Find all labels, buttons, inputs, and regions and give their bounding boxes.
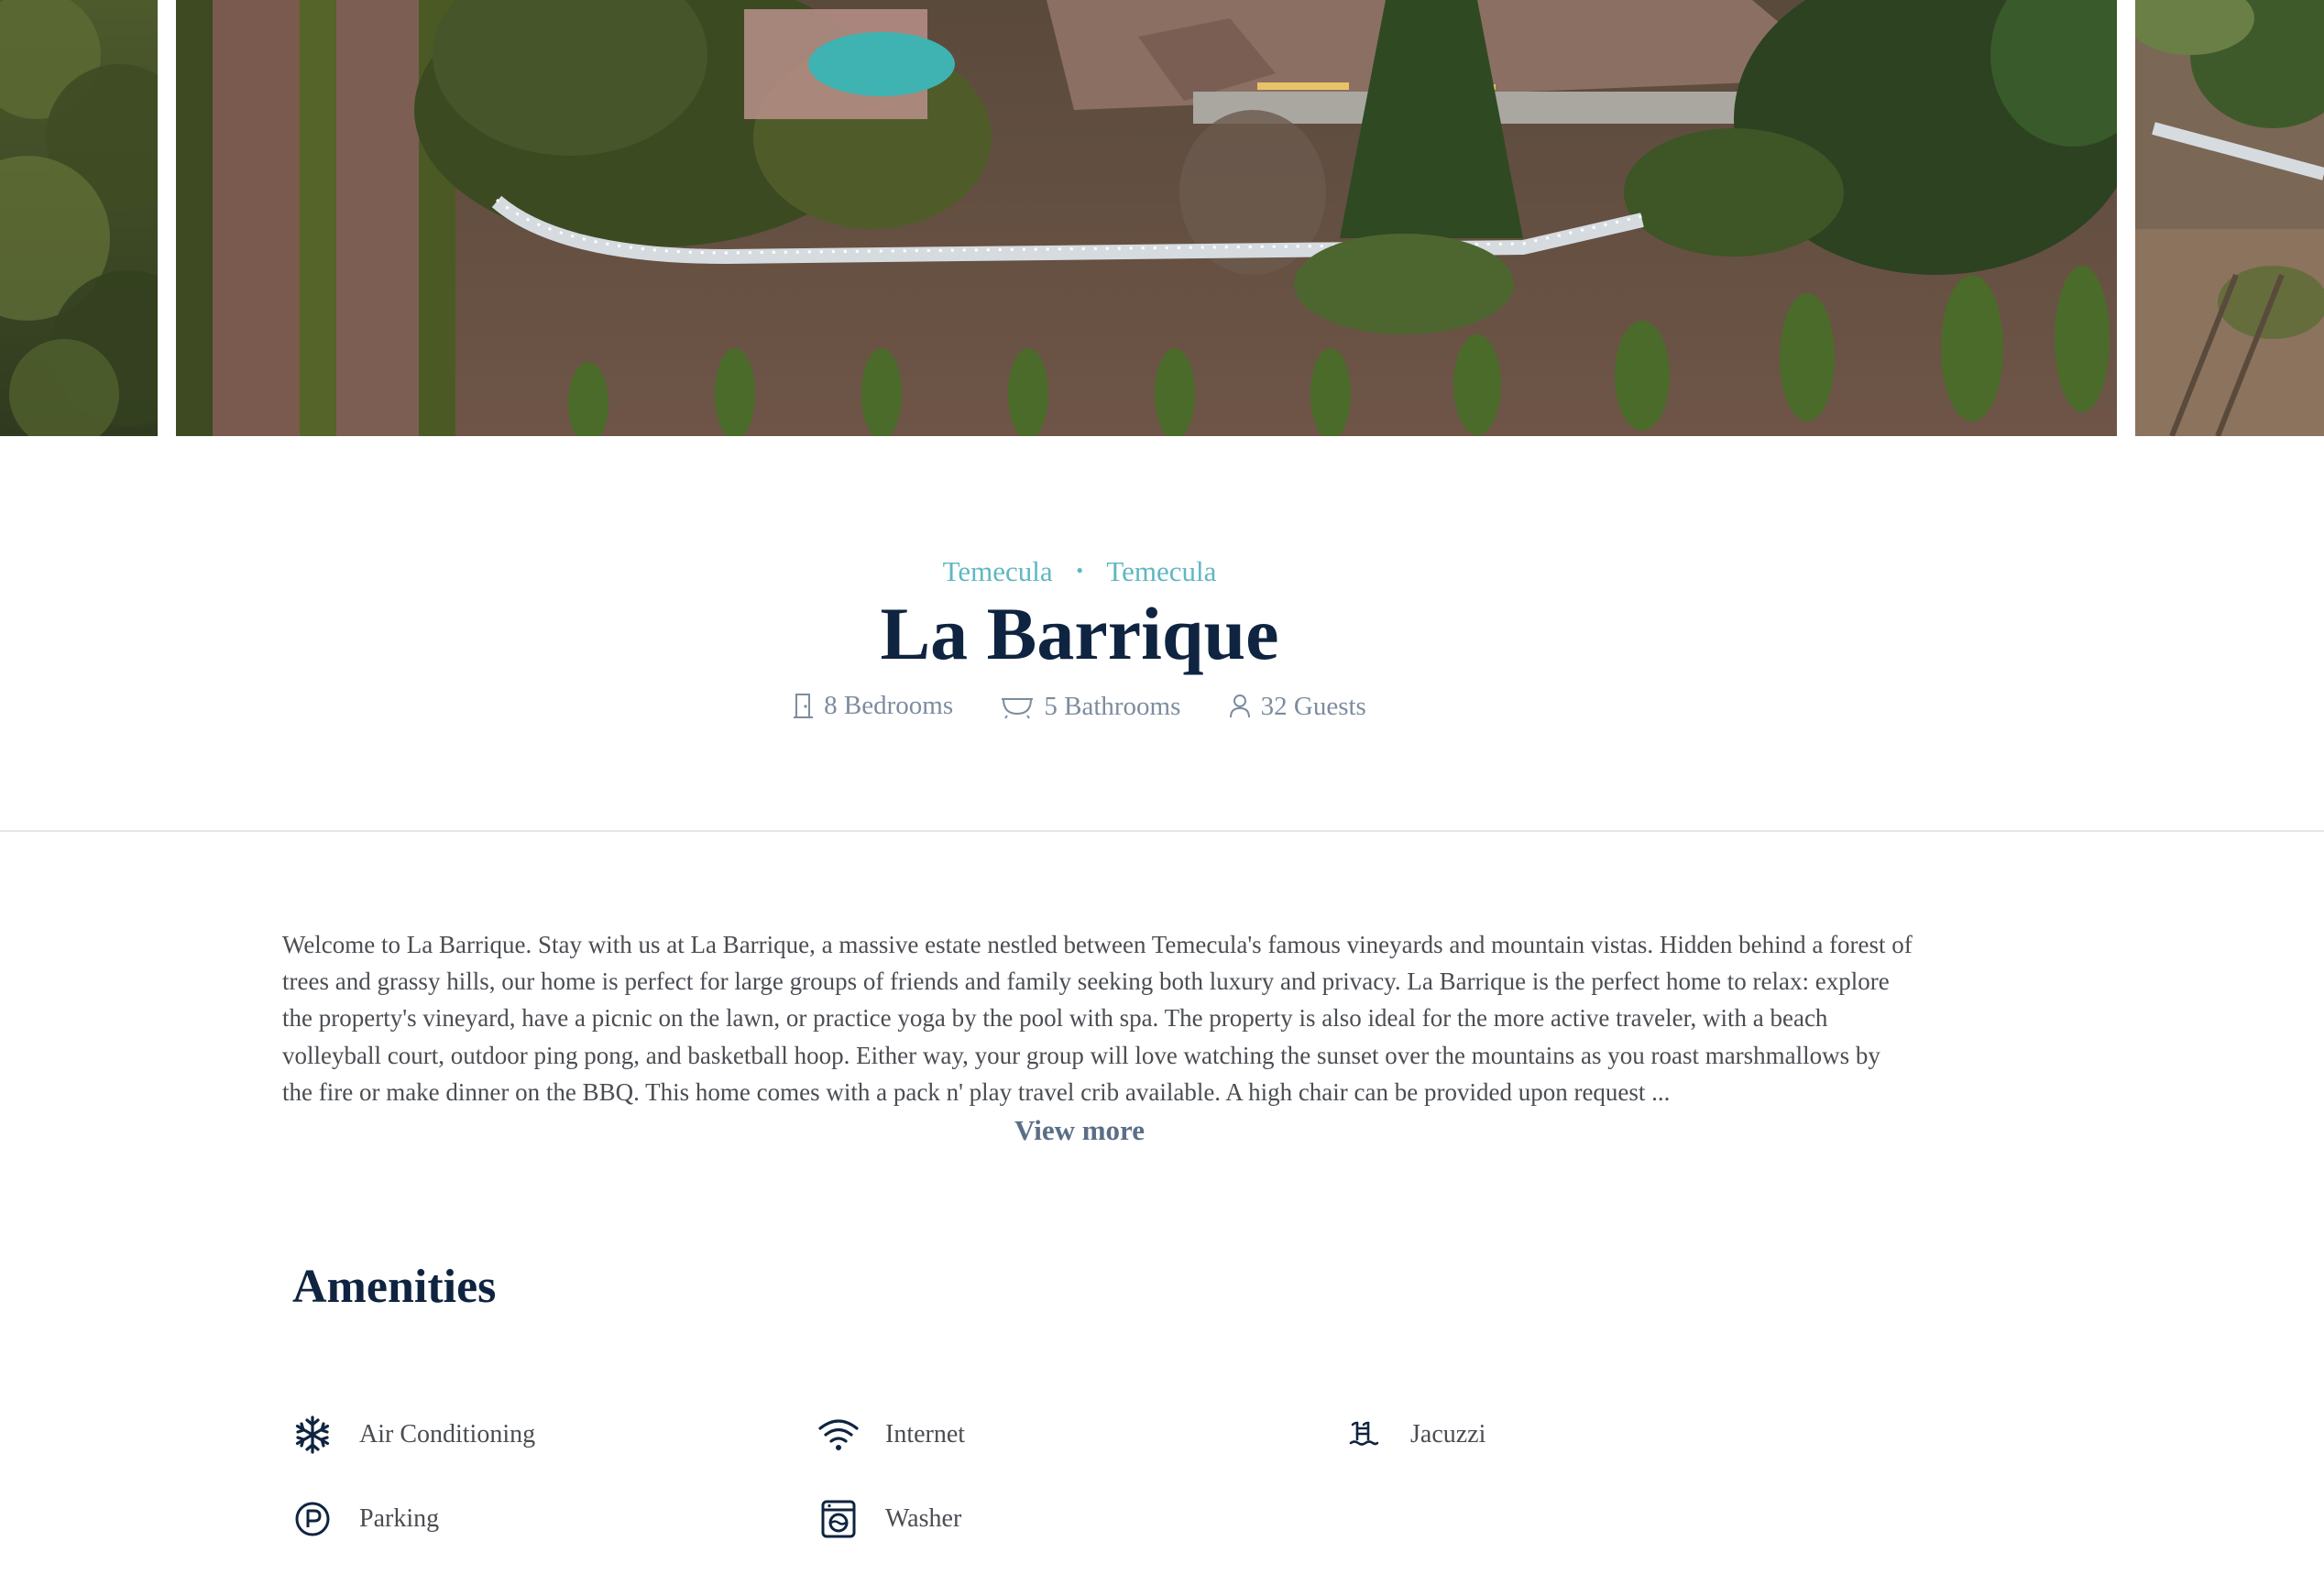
person-icon xyxy=(1229,694,1250,718)
parking-icon xyxy=(291,1498,334,1540)
wifi-icon xyxy=(817,1414,860,1456)
amenity-washer: Washer xyxy=(817,1496,961,1542)
stat-bedrooms-label: 8 Bedrooms xyxy=(824,691,954,720)
jacuzzi-icon xyxy=(1343,1414,1385,1456)
gallery-photo-next[interactable] xyxy=(2135,0,2324,436)
listing-description: Welcome to La Barrique. Stay with us at … xyxy=(282,931,1913,1106)
amenity-label: Parking xyxy=(359,1504,440,1533)
gallery-photo-main[interactable] xyxy=(176,0,2117,436)
stat-bedrooms: 8 Bedrooms xyxy=(793,687,953,724)
snowflake-icon xyxy=(291,1414,334,1456)
bathtub-icon xyxy=(1002,698,1034,719)
amenity-air-conditioning: Air Conditioning xyxy=(291,1412,535,1458)
amenities-heading: Amenities xyxy=(292,1261,497,1313)
listing-title: La Barrique xyxy=(880,592,1279,675)
amenity-parking: Parking xyxy=(291,1496,439,1542)
amenity-label: Internet xyxy=(885,1420,966,1448)
photo-gallery xyxy=(0,0,2324,436)
gallery-photo-previous[interactable] xyxy=(0,0,158,436)
listing-stats: 8 Bedrooms 5 Bathrooms 32 Guests xyxy=(0,687,2159,729)
view-more-button[interactable]: View more xyxy=(0,1114,2159,1147)
location-secondary[interactable]: Temecula xyxy=(1106,555,1216,587)
trees-image xyxy=(0,0,158,436)
door-icon xyxy=(794,694,814,718)
washer-icon xyxy=(817,1498,860,1540)
amenity-internet: Internet xyxy=(817,1412,965,1458)
location-primary[interactable]: Temecula xyxy=(943,555,1053,587)
amenity-label: Washer xyxy=(885,1504,962,1533)
section-divider xyxy=(0,830,2324,832)
stat-bathrooms: 5 Bathrooms xyxy=(1000,688,1180,725)
stat-guests: 32 Guests xyxy=(1228,688,1366,725)
stat-bathrooms-label: 5 Bathrooms xyxy=(1044,692,1181,721)
amenity-label: Jacuzzi xyxy=(1410,1420,1486,1448)
amenity-jacuzzi: Jacuzzi xyxy=(1343,1412,1485,1458)
stat-guests-label: 32 Guests xyxy=(1260,692,1366,721)
yard-image xyxy=(2135,0,2324,436)
amenity-label: Air Conditioning xyxy=(359,1420,536,1448)
estate-aerial-image xyxy=(176,0,2117,436)
listing-location: Temecula • Temecula xyxy=(0,552,2159,590)
location-separator: • xyxy=(1076,559,1084,582)
